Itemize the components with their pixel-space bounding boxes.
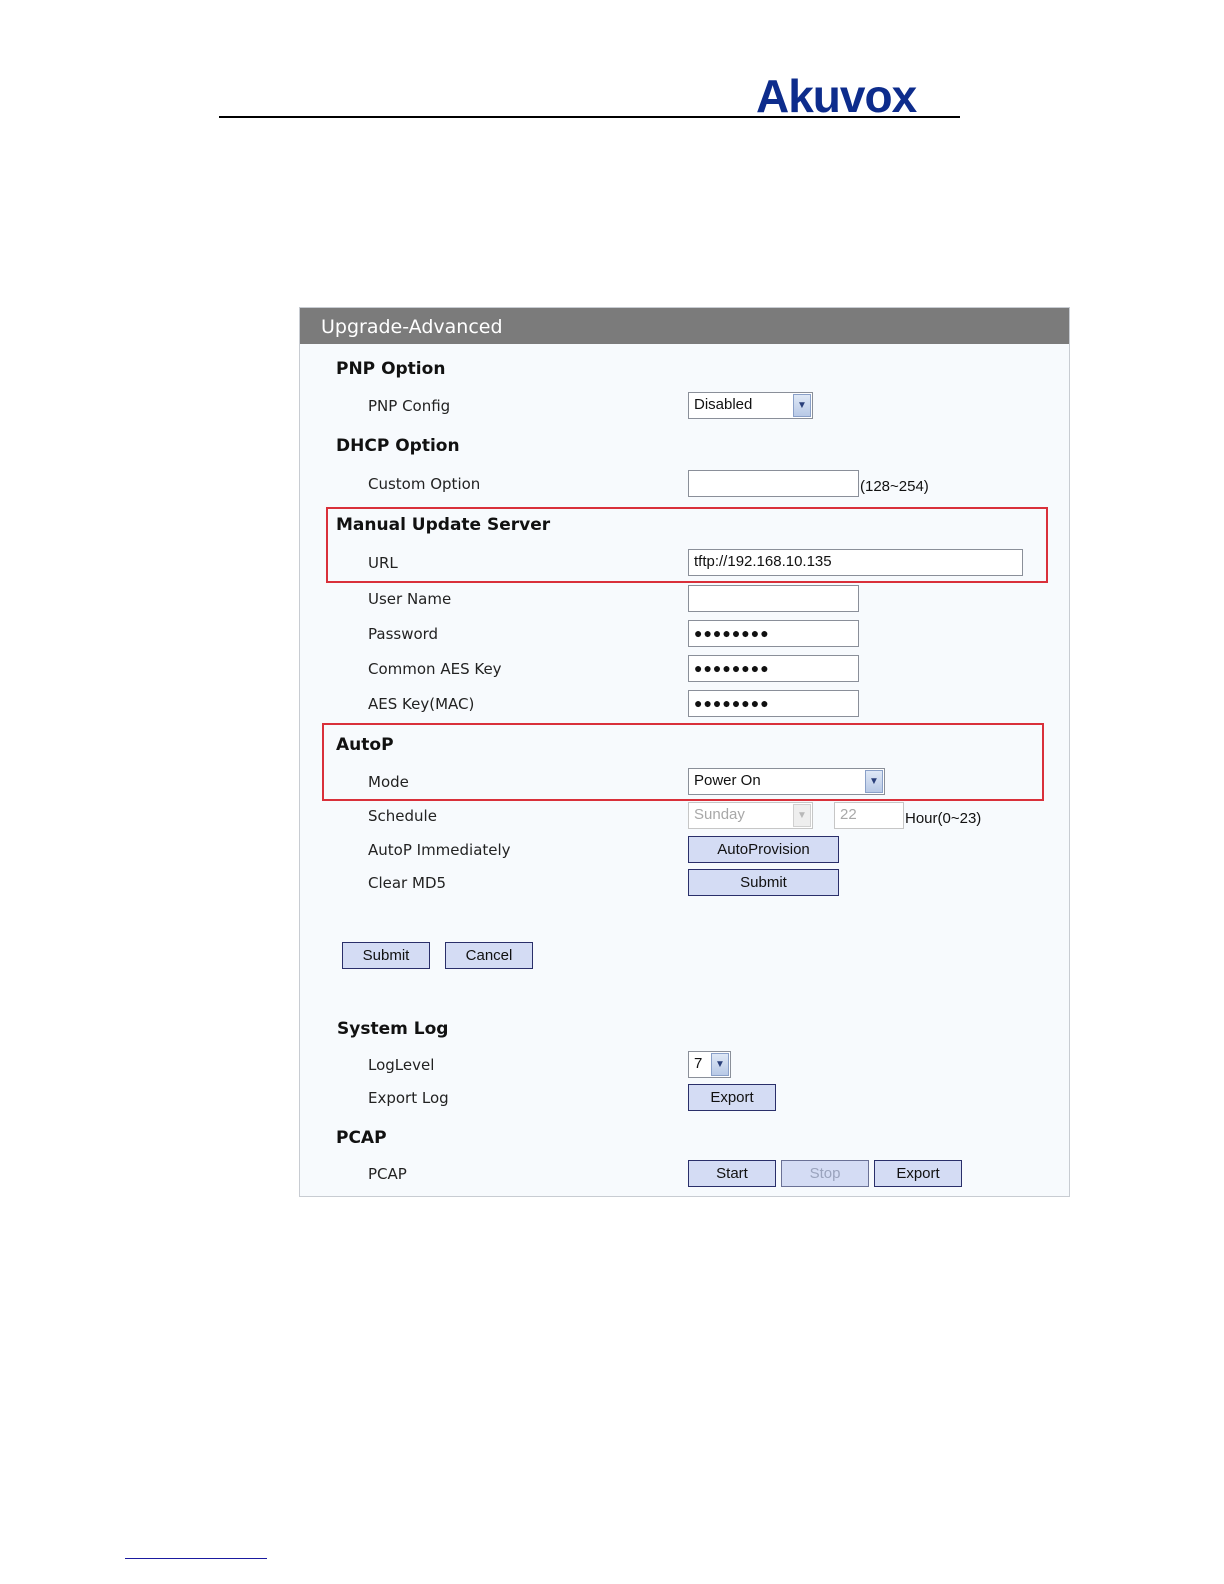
url-label: URL <box>368 554 398 572</box>
cancel-button[interactable]: Cancel <box>445 942 533 969</box>
common-aes-key-input[interactable]: ●●●●●●●● <box>688 655 859 682</box>
custom-option-label: Custom Option <box>368 475 481 493</box>
autop-highlight <box>322 723 1044 801</box>
autop-heading: AutoP <box>336 735 394 755</box>
pcap-start-button[interactable]: Start <box>688 1160 776 1187</box>
url-input[interactable]: tftp://192.168.10.135 <box>688 549 1023 576</box>
pnp-config-select[interactable]: Disabled ▼ <box>688 392 813 419</box>
schedule-day-value: Sunday <box>694 806 745 823</box>
pcap-label: PCAP <box>368 1165 407 1183</box>
chevron-down-icon: ▼ <box>711 1053 729 1076</box>
panel-title: Upgrade-Advanced <box>300 308 1069 344</box>
pnp-config-value: Disabled <box>694 396 753 413</box>
custom-option-hint: (128~254) <box>860 478 929 495</box>
export-log-label: Export Log <box>368 1089 449 1107</box>
mode-value: Power On <box>694 772 761 789</box>
dhcp-option-heading: DHCP Option <box>336 436 460 456</box>
pcap-stop-button[interactable]: Stop <box>781 1160 869 1187</box>
system-log-heading: System Log <box>337 1019 449 1039</box>
mode-select[interactable]: Power On ▼ <box>688 768 885 795</box>
schedule-hour-input[interactable]: 22 <box>834 802 904 829</box>
akuvox-logo: Akuvox <box>756 70 917 122</box>
user-name-label: User Name <box>368 590 452 608</box>
footer-rule <box>125 1558 267 1559</box>
pnp-config-label: PNP Config <box>368 397 451 415</box>
export-log-button[interactable]: Export <box>688 1084 776 1111</box>
password-input[interactable]: ●●●●●●●● <box>688 620 859 647</box>
aes-key-mac-label: AES Key(MAC) <box>368 695 475 713</box>
user-name-input[interactable] <box>688 585 859 612</box>
aes-key-mac-input[interactable]: ●●●●●●●● <box>688 690 859 717</box>
chevron-down-icon: ▼ <box>865 770 883 793</box>
chevron-down-icon: ▼ <box>793 394 811 417</box>
manual-update-server-heading: Manual Update Server <box>336 515 551 535</box>
pcap-heading: PCAP <box>336 1128 387 1148</box>
loglevel-label: LogLevel <box>368 1056 435 1074</box>
schedule-label: Schedule <box>368 807 437 825</box>
password-label: Password <box>368 625 439 643</box>
clear-md5-submit-button[interactable]: Submit <box>688 869 839 896</box>
autop-immediately-label: AutoP Immediately <box>368 841 511 859</box>
submit-button[interactable]: Submit <box>342 942 430 969</box>
common-aes-key-label: Common AES Key <box>368 660 502 678</box>
chevron-down-icon: ▼ <box>793 804 811 827</box>
upgrade-advanced-panel: Upgrade-Advanced PNP Option PNP Config D… <box>299 307 1070 1197</box>
schedule-day-select[interactable]: Sunday ▼ <box>688 802 813 829</box>
header-rule <box>219 116 960 118</box>
loglevel-value: 7 <box>694 1055 703 1072</box>
schedule-hour-hint: Hour(0~23) <box>905 810 982 827</box>
clear-md5-label: Clear MD5 <box>368 874 447 892</box>
mode-label: Mode <box>368 773 409 791</box>
custom-option-input[interactable] <box>688 470 859 497</box>
pcap-export-button[interactable]: Export <box>874 1160 962 1187</box>
loglevel-select[interactable]: 7 ▼ <box>688 1051 731 1078</box>
pnp-option-heading: PNP Option <box>336 359 446 379</box>
autoprovision-button[interactable]: AutoProvision <box>688 836 839 863</box>
